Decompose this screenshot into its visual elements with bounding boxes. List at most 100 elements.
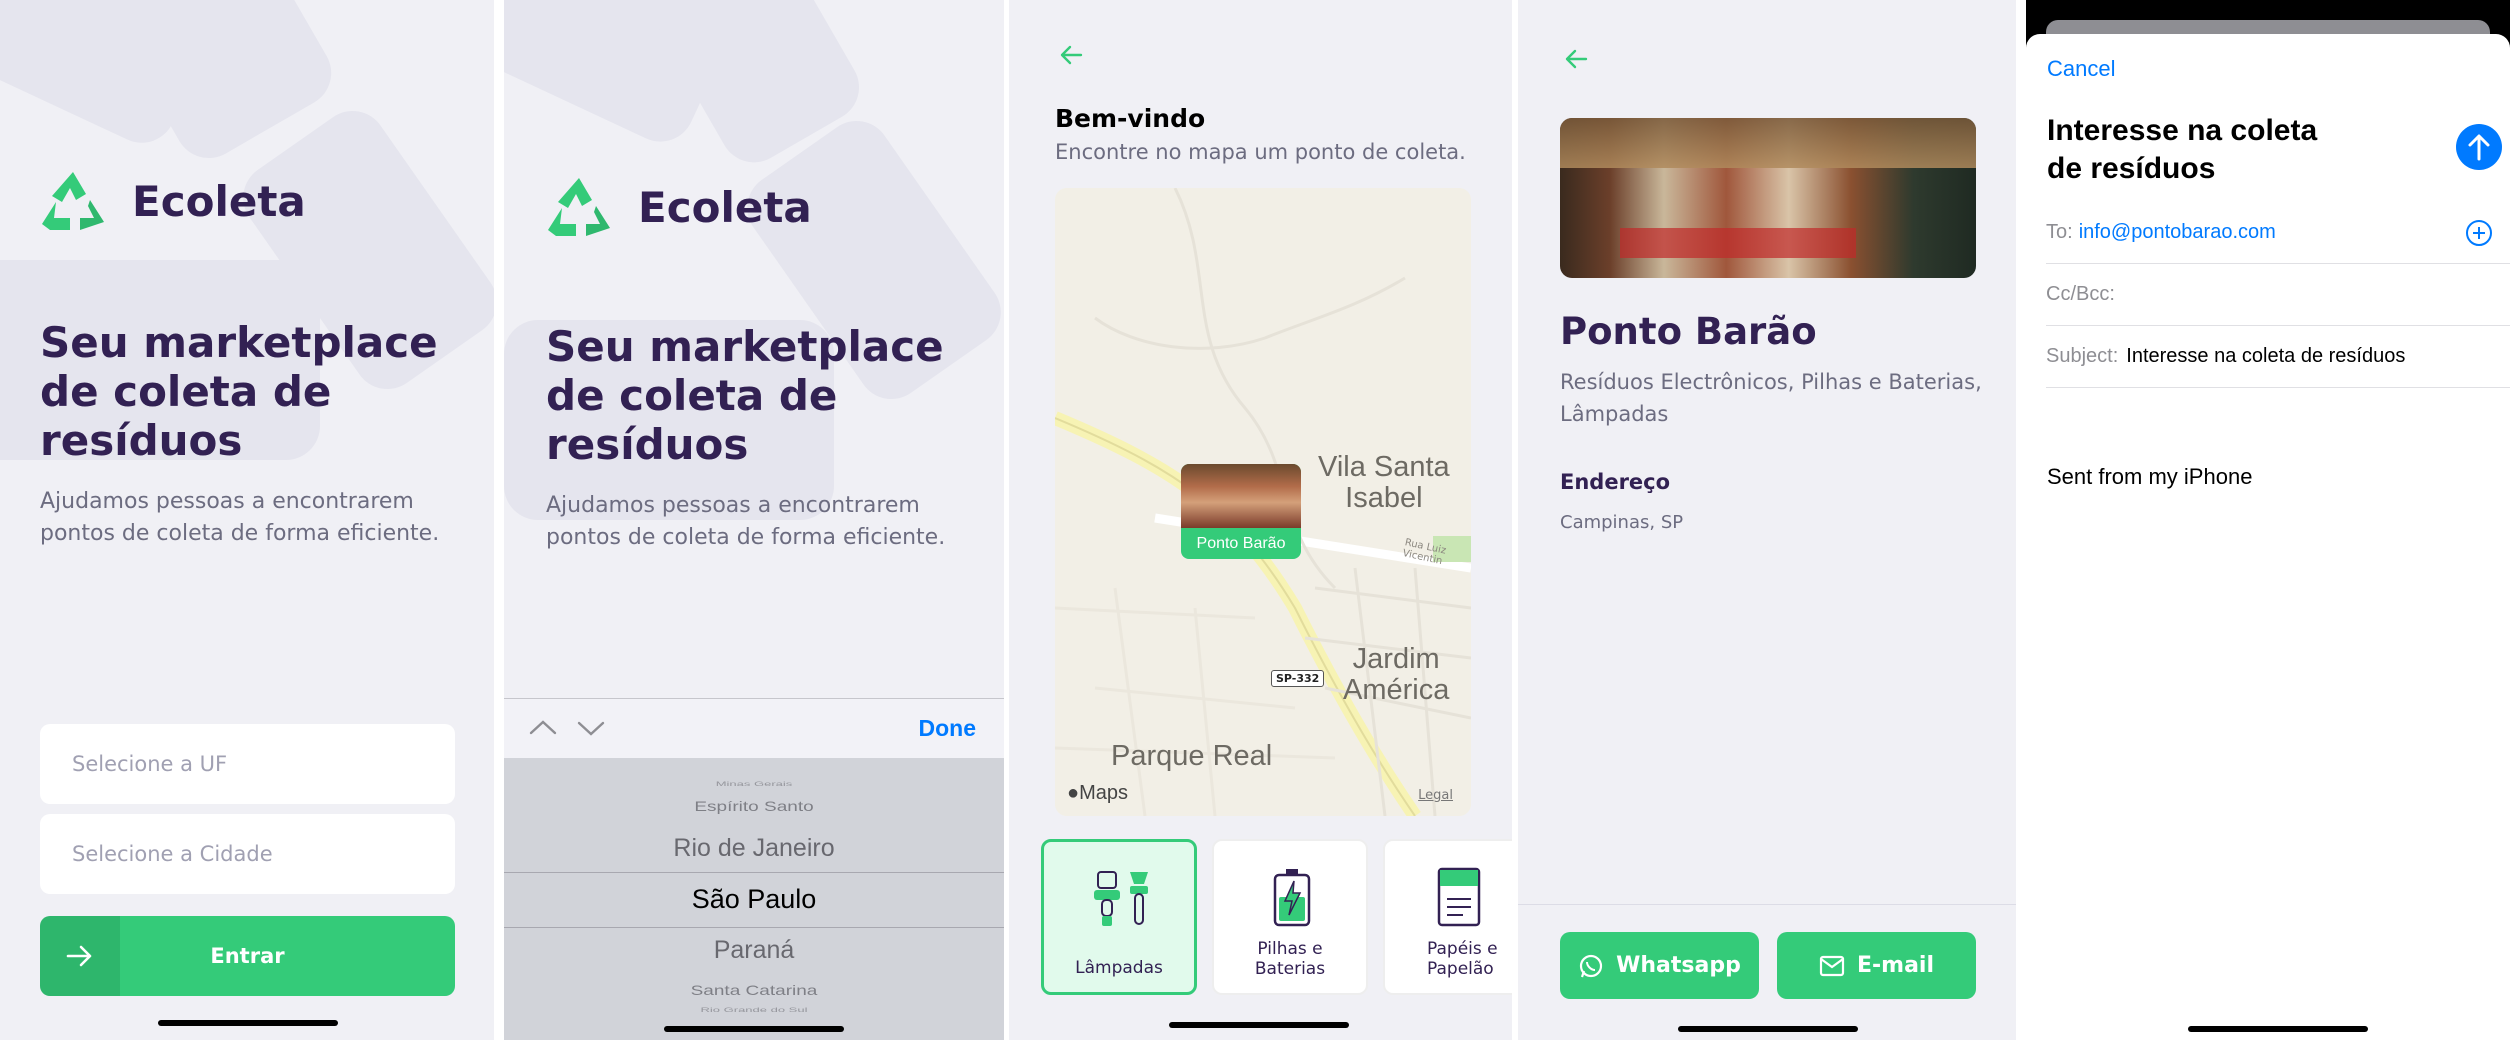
picker-item[interactable]: Espírito Santo: [504, 799, 1004, 816]
item-card-label-line: Papelão: [1427, 959, 1494, 979]
item-card-lampadas[interactable]: Lâmpadas: [1041, 839, 1197, 995]
add-contact-icon[interactable]: [2464, 218, 2494, 248]
cc-bcc-label: Cc/Bcc:: [2046, 283, 2115, 305]
uf-picker-screen: Ecoleta Seu marketplace de coleta de res…: [504, 0, 1004, 1040]
paper-icon: [1437, 867, 1481, 927]
to-row[interactable]: To: info@pontobarao.com: [2046, 202, 2510, 264]
home-indicator: [1678, 1026, 1858, 1032]
subject-label: Subject:: [2046, 345, 2119, 367]
map-pin-ponto-barao[interactable]: Ponto Barão: [1181, 464, 1301, 559]
description-line: Ajudamos pessoas a encontrarem: [546, 493, 920, 518]
subject-value[interactable]: Interesse na coleta de resíduos: [2126, 345, 2405, 368]
welcome-title: Bem-vindo: [1055, 104, 1206, 133]
picker-item[interactable]: Rio de Janeiro: [504, 834, 1004, 863]
description-line: pontos de coleta de forma eficiente.: [546, 525, 946, 550]
chevron-up-icon[interactable]: [528, 717, 558, 737]
done-button[interactable]: Done: [919, 715, 977, 742]
app-name: Ecoleta: [638, 182, 812, 232]
footer-divider: [1518, 904, 2016, 905]
map-label-line: Vila Santa: [1318, 451, 1450, 483]
item-card-pilhas[interactable]: Pilhas e Baterias: [1212, 839, 1368, 995]
app-logo: Ecoleta: [40, 170, 306, 232]
map-label-jardim-america: Jardim América: [1343, 644, 1449, 706]
home-indicator: [1169, 1022, 1349, 1028]
picker-toolbar: Done: [504, 698, 1004, 758]
enter-button[interactable]: Entrar: [40, 916, 455, 996]
description: Ajudamos pessoas a encontrarem pontos de…: [546, 490, 945, 554]
item-card-label-line: Pilhas e: [1257, 939, 1323, 959]
headline-line: de coleta de: [546, 371, 838, 420]
point-items-line: Lâmpadas: [1560, 402, 1669, 426]
description: Ajudamos pessoas a encontrarem pontos de…: [40, 486, 439, 550]
to-recipient[interactable]: info@pontobarao.com: [2079, 221, 2276, 244]
email-button[interactable]: E-mail: [1777, 932, 1976, 999]
point-items-line: Resíduos Electrônicos, Pilhas e Baterias…: [1560, 370, 1982, 394]
pin-label: Ponto Barão: [1196, 535, 1286, 552]
legal-link[interactable]: Legal: [1418, 788, 1453, 803]
headline-line: Seu marketplace: [546, 322, 944, 371]
chevron-down-icon[interactable]: [576, 719, 606, 739]
stall-cloth: [1620, 228, 1856, 258]
awning: [1560, 118, 1976, 168]
map-label-parque-real: Parque Real: [1111, 740, 1273, 772]
cancel-button[interactable]: Cancel: [2047, 56, 2115, 82]
map-view[interactable]: Vila Santa Isabel Jardim América Parque …: [1055, 188, 1471, 816]
picker-item[interactable]: Minas Gerais: [504, 780, 1004, 788]
picker-item[interactable]: Santa Catarina: [504, 983, 1004, 1000]
item-card-papeis[interactable]: Papéis e Papelão: [1383, 839, 1512, 995]
back-arrow-icon[interactable]: [1564, 48, 1588, 70]
compose-sheet: Cancel Interesse na coleta de resíduos T…: [2026, 34, 2510, 1040]
home-screen: Ecoleta Seu marketplace de coleta de res…: [0, 0, 494, 1040]
map-label-vila-santa-isabel: Vila Santa Isabel: [1318, 452, 1450, 514]
uf-select[interactable]: Selecione a UF: [40, 724, 455, 804]
whatsapp-label: Whatsapp: [1616, 953, 1741, 978]
back-arrow-icon[interactable]: [1059, 44, 1083, 66]
compose-title-line: Interesse na coleta: [2047, 114, 2318, 147]
to-label: To:: [2046, 221, 2073, 243]
road-badge: SP-332: [1271, 670, 1325, 687]
email-label: E-mail: [1856, 953, 1934, 978]
description-line: pontos de coleta de forma eficiente.: [40, 521, 440, 546]
picker-item[interactable]: Paraná: [504, 936, 1004, 965]
picker-item-selected[interactable]: São Paulo: [504, 884, 1004, 915]
headline-line: de coleta de: [40, 367, 332, 416]
whatsapp-icon: [1580, 954, 1603, 977]
item-card-label: Pilhas e Baterias: [1214, 939, 1366, 979]
point-detail-screen: Ponto Barão Resíduos Electrônicos, Pilha…: [1518, 0, 2016, 1040]
mail-body[interactable]: Sent from my iPhone: [2047, 464, 2252, 490]
address-title: Endereço: [1560, 470, 1671, 494]
home-indicator: [158, 1020, 338, 1026]
subject-row[interactable]: Subject: Interesse na coleta de resíduos: [2046, 326, 2510, 388]
city-select[interactable]: Selecione a Cidade: [40, 814, 455, 894]
headline-line: resíduos: [40, 416, 243, 465]
home-indicator: [2188, 1026, 2368, 1032]
description-line: Ajudamos pessoas a encontrarem: [40, 489, 414, 514]
welcome-subtitle: Encontre no mapa um ponto de coleta.: [1055, 140, 1466, 164]
item-card-label: Lâmpadas: [1075, 958, 1163, 978]
maps-brand: ●Maps: [1067, 782, 1128, 805]
headline: Seu marketplace de coleta de resíduos: [40, 318, 438, 465]
item-card-label-line: Papéis e: [1427, 939, 1498, 959]
recycle-icon: [42, 172, 104, 230]
whatsapp-button[interactable]: Whatsapp: [1560, 932, 1759, 999]
compose-title: Interesse na coleta de resíduos: [2047, 112, 2317, 188]
home-indicator: [664, 1026, 844, 1032]
maps-brand-text: Maps: [1079, 782, 1128, 804]
app-name: Ecoleta: [132, 176, 306, 226]
battery-icon: [1273, 869, 1311, 927]
point-image: [1560, 118, 1976, 278]
arrow-up-icon: [2468, 134, 2490, 161]
headline-line: Seu marketplace: [40, 318, 438, 367]
compose-mail-screen: Cancel Interesse na coleta de resíduos T…: [2026, 0, 2510, 1040]
point-name: Ponto Barão: [1560, 310, 1817, 353]
pin-image: [1181, 464, 1301, 528]
item-card-label-line: Baterias: [1254, 959, 1326, 979]
map-label-line: Jardim: [1352, 643, 1440, 675]
picker-item[interactable]: Rio Grande do Sul: [504, 1006, 1004, 1014]
cc-bcc-row[interactable]: Cc/Bcc:: [2046, 264, 2510, 326]
map-screen: Bem-vindo Encontre no mapa um ponto de c…: [1009, 0, 1512, 1040]
send-button[interactable]: [2456, 124, 2502, 170]
mail-icon: [1819, 955, 1845, 976]
uf-picker[interactable]: Minas Gerais Espírito Santo Rio de Janei…: [504, 758, 1004, 1040]
address-value: Campinas, SP: [1560, 512, 1684, 533]
